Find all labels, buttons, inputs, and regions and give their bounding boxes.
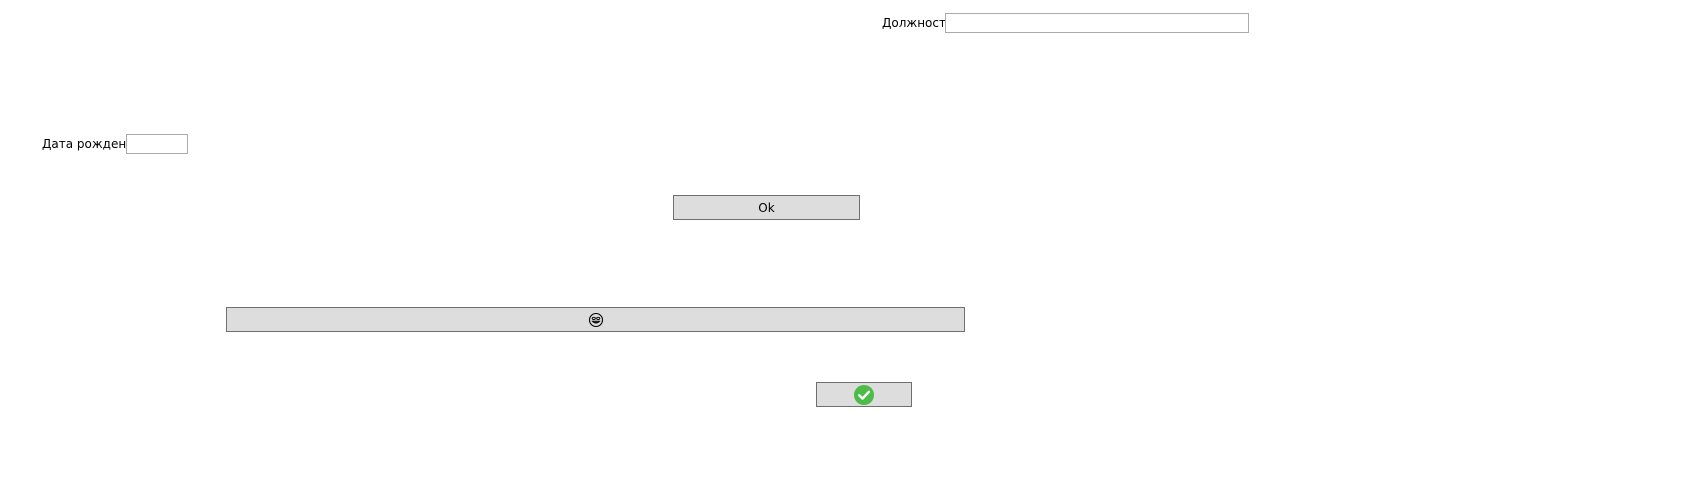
ok-button[interactable]: Ok — [673, 195, 860, 220]
confirm-button[interactable] — [816, 382, 912, 407]
smiley-icon — [588, 312, 604, 328]
check-circle-icon — [853, 384, 875, 406]
ok-button-label: Ok — [758, 200, 775, 215]
emoji-button[interactable] — [226, 307, 965, 332]
position-label: Должность — [882, 16, 954, 30]
birthdate-field[interactable] — [126, 134, 188, 154]
position-field[interactable] — [945, 13, 1249, 33]
